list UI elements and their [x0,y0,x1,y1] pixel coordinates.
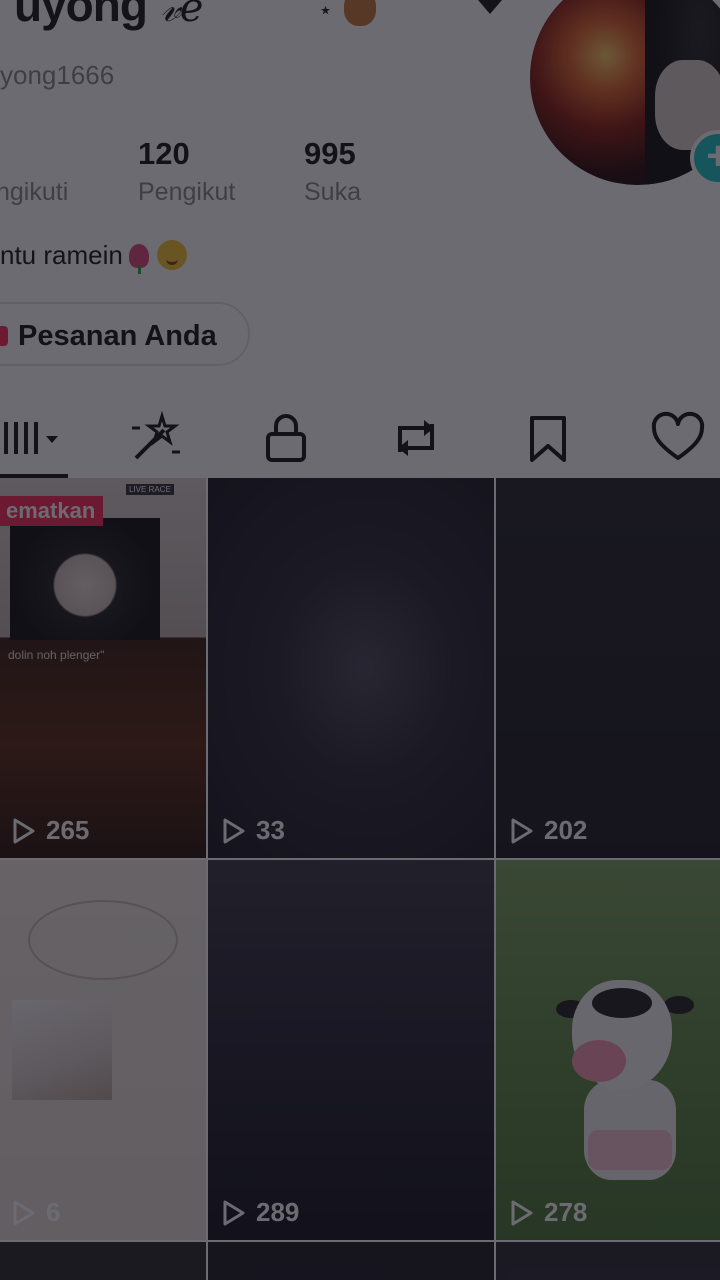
following-label: ngikuti [0,178,69,206]
view-count-value: 202 [544,815,588,845]
shopping-bag-icon [0,326,8,346]
play-icon [13,1200,35,1225]
followers-label: Pengikut [138,178,236,206]
star-icon: ⋆ [318,0,334,24]
view-count: 202 [510,815,587,846]
view-count-value: 289 [256,1197,300,1227]
heart-icon [651,411,705,460]
followers-stat[interactable]: 120 Pengikut [138,136,235,207]
play-icon [223,818,245,843]
teddy-bear-icon [344,0,376,26]
likes-label: Suka [304,178,361,206]
repost-icon [398,420,434,456]
view-count-value: 265 [46,815,90,845]
view-count: 6 [12,1197,60,1228]
view-count: 278 [510,1197,587,1228]
video-tile[interactable]: ematkan LIVE RACE dolin noh plenger" 265 [0,478,206,858]
display-name-decoration: 𝓋𝑒 [160,0,203,31]
lock-icon [266,414,306,462]
video-tile[interactable]: 278 [496,860,720,1240]
video-thumbnail [12,1000,112,1100]
play-icon [511,818,533,843]
cow-skirt [588,1130,672,1170]
view-count: 289 [222,1197,299,1228]
likes-stat[interactable]: 995 Suka [304,136,361,207]
view-count-value: 278 [544,1197,588,1227]
profile-screen: uyong 𝓋𝑒 ⋆ yong1666 + ngikuti 120 Pengiku… [0,0,720,1280]
tab-private[interactable] [256,408,316,468]
sparkle-wand-icon [132,410,180,460]
tab-effects[interactable] [124,408,184,468]
live-badge: LIVE RACE [126,484,174,495]
view-count-value: 33 [256,815,285,845]
display-name-text: uyong [14,0,148,31]
video-tile[interactable]: 33 [208,478,494,858]
bio[interactable]: ntu ramein [0,240,187,274]
cow-mouth [572,1040,626,1082]
view-count-value: 6 [46,1197,61,1227]
cow-spot [592,988,652,1018]
play-icon [223,1200,245,1225]
play-icon [511,1200,533,1225]
video-caption: dolin noh plenger" [8,648,105,662]
account-switcher-chevron-icon[interactable] [478,0,502,14]
display-name: uyong 𝓋𝑒 [14,0,203,32]
username: yong1666 [0,60,115,90]
view-count: 265 [12,815,89,846]
play-icon [13,818,35,843]
following-count [0,136,68,174]
sketch-drawing [28,900,178,980]
video-tile[interactable] [0,1242,206,1280]
tab-videos[interactable] [0,408,60,468]
profile-tabs [0,400,720,478]
bookmark-icon [530,416,566,462]
followers-count: 120 [138,136,190,171]
video-tile[interactable]: 289 [208,860,494,1240]
your-orders-label: Pesanan Anda [18,320,217,352]
bio-text: ntu ramein [0,240,123,270]
smiling-face-icon [156,240,187,270]
pinned-badge: ematkan [0,496,104,526]
tab-saved[interactable] [518,408,578,468]
tulip-icon [128,244,149,274]
video-tile[interactable]: 202 [496,478,720,858]
following-stat[interactable]: ngikuti [0,136,68,207]
video-thumbnail [10,518,160,640]
likes-count: 995 [304,136,356,171]
tab-liked[interactable] [648,408,708,468]
video-tile[interactable] [208,1242,494,1280]
view-count: 33 [222,815,285,846]
video-grid-icon [4,422,58,454]
video-tile[interactable] [496,1242,720,1280]
your-orders-button[interactable]: Pesanan Anda [0,302,250,366]
video-tile[interactable]: 6 [0,860,206,1240]
tab-reposts[interactable] [386,408,446,468]
